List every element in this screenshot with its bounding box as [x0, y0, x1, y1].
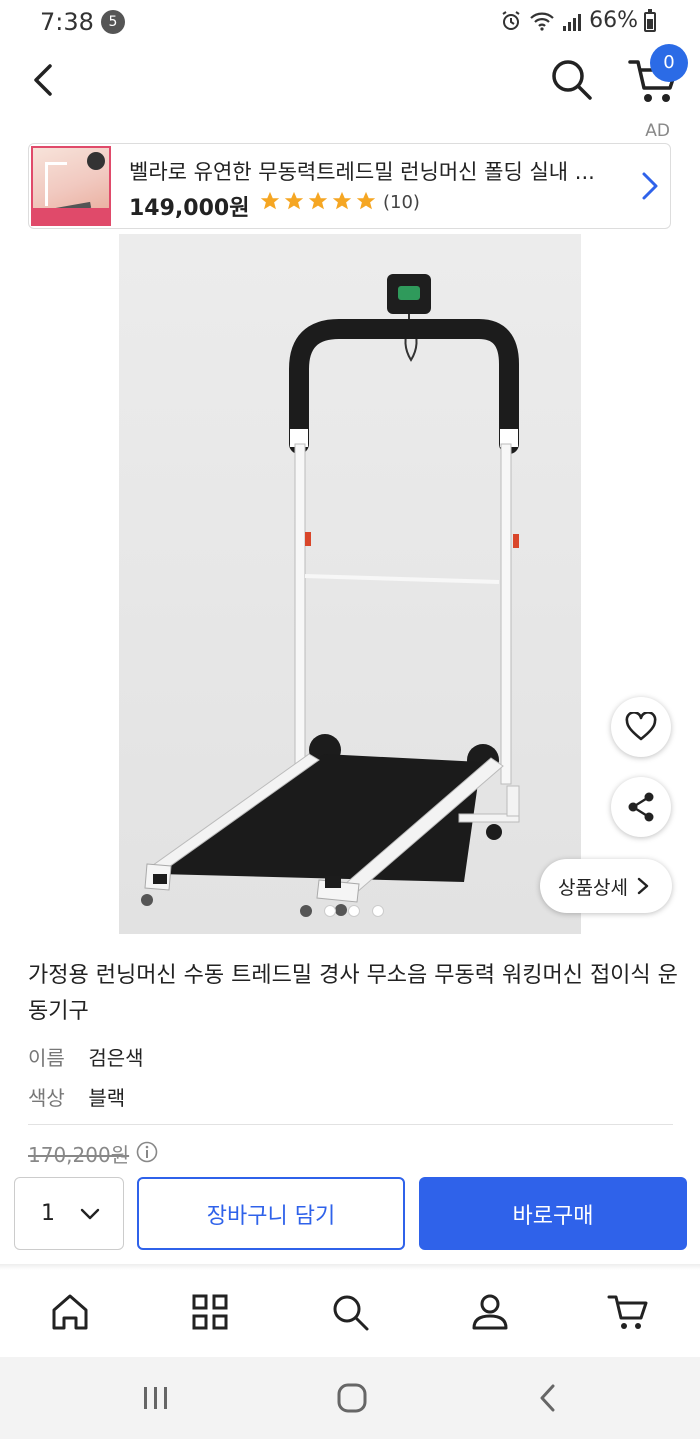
ad-review-count: (10): [383, 192, 420, 213]
star-icon: [332, 191, 352, 210]
chevron-down-icon: [80, 1208, 100, 1219]
signal-icon: [563, 13, 582, 31]
alarm-icon: [502, 10, 520, 30]
treadmill-photo: [119, 234, 581, 934]
option-row-color: 색상 블랙: [28, 1082, 125, 1111]
star-icon: [284, 191, 304, 210]
cart-count-badge: 0: [650, 44, 688, 82]
back-chevron-icon: [540, 1384, 555, 1412]
heart-icon: [625, 712, 657, 741]
share-button[interactable]: [611, 777, 671, 837]
battery-icon: [644, 9, 656, 32]
wifi-icon: [530, 12, 554, 31]
status-time: 7:38: [40, 8, 94, 36]
quantity-select[interactable]: 1: [14, 1177, 124, 1250]
nav-home[interactable]: [48, 1290, 92, 1334]
system-back-button[interactable]: [528, 1381, 568, 1415]
original-price: 170,200원: [28, 1143, 130, 1167]
buy-now-button[interactable]: 바로구매: [419, 1177, 687, 1250]
ad-product-thumbnail: [31, 146, 111, 226]
carousel-dot[interactable]: [348, 905, 360, 917]
nav-search[interactable]: [328, 1290, 372, 1334]
app-header: [0, 44, 700, 120]
option-value: 검은색: [88, 1046, 144, 1070]
status-indicators: 66%: [499, 8, 638, 33]
back-button[interactable]: [22, 58, 66, 102]
add-to-cart-button[interactable]: 장바구니 담기: [137, 1177, 405, 1250]
cart-icon: [607, 1295, 648, 1329]
bottom-nav: [0, 1270, 700, 1356]
product-detail-button[interactable]: 상품상세: [540, 859, 672, 913]
home-circle-icon: [337, 1383, 367, 1413]
battery-percent: 66%: [589, 8, 638, 33]
chevron-right-icon: [637, 877, 649, 895]
search-button[interactable]: [548, 56, 596, 104]
nav-category[interactable]: [188, 1290, 232, 1334]
ad-product-card[interactable]: 벨라로 유연한 무동력트레드밀 런닝머신 폴딩 실내 ... 149,000원 …: [28, 143, 671, 229]
star-icon: [308, 191, 328, 210]
star-icon: [260, 191, 280, 210]
divider: [28, 1124, 673, 1125]
carousel-dot[interactable]: [300, 905, 312, 917]
ad-label: AD: [645, 121, 670, 141]
nav-my-page[interactable]: [468, 1290, 512, 1334]
recent-apps-icon: [144, 1387, 167, 1409]
option-value: 블랙: [88, 1086, 126, 1110]
star-rating: [259, 190, 377, 212]
product-detail-label: 상품상세: [558, 876, 628, 899]
share-icon: [628, 792, 654, 822]
carousel-dots: [300, 905, 384, 917]
search-icon: [333, 1295, 369, 1331]
star-icon: [356, 191, 376, 210]
info-icon[interactable]: [136, 1141, 158, 1163]
product-title: 가정용 런닝머신 수동 트레드밀 경사 무소음 무동력 워킹머신 접이식 운동기…: [28, 963, 678, 1024]
option-label: 이름: [28, 1046, 65, 1070]
home-button[interactable]: [332, 1381, 372, 1415]
nav-cart[interactable]: [606, 1290, 650, 1334]
system-navigation-bar: [0, 1357, 700, 1439]
search-icon: [552, 60, 592, 100]
category-icon: [192, 1294, 228, 1330]
recent-apps-button[interactable]: [136, 1381, 176, 1415]
ad-product-title: 벨라로 유연한 무동력트레드밀 런닝머신 폴딩 실내 ...: [129, 160, 595, 184]
back-arrow-icon: [34, 64, 52, 96]
option-label: 색상: [28, 1086, 65, 1110]
quantity-value: 1: [41, 1201, 55, 1226]
chevron-right-icon: [642, 172, 658, 200]
notification-count-badge: 5: [101, 10, 125, 34]
home-icon: [52, 1294, 88, 1330]
option-row-name: 이름 검은색: [28, 1042, 144, 1071]
product-image[interactable]: [119, 234, 581, 934]
carousel-dot[interactable]: [324, 905, 336, 917]
like-button[interactable]: [611, 697, 671, 757]
my-page-icon: [472, 1294, 508, 1330]
ad-product-price: 149,000원: [129, 196, 250, 221]
status-bar: 7:38 5 66%: [0, 0, 700, 44]
carousel-dot[interactable]: [372, 905, 384, 917]
